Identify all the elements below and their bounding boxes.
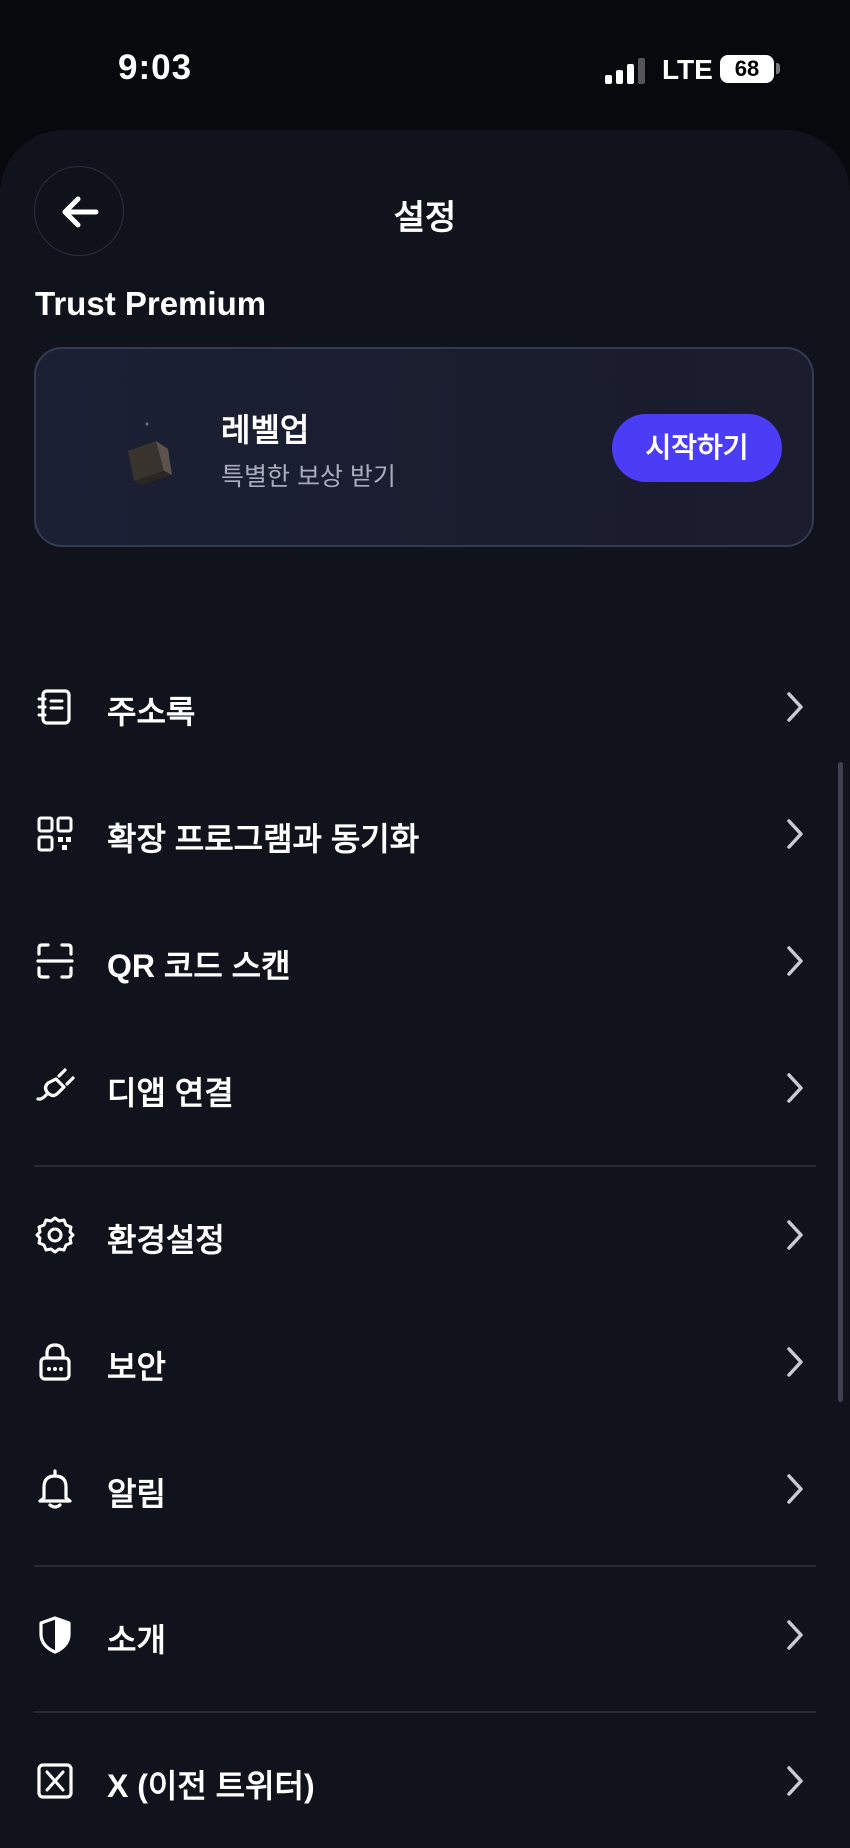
menu-item-label: 확장 프로그램과 동기화	[107, 821, 420, 857]
scrollbar[interactable]	[838, 762, 843, 1402]
menu-item-label: 디앱 연결	[107, 1075, 234, 1111]
chevron-right-icon	[787, 1073, 803, 1103]
address-book-icon	[37, 689, 71, 725]
menu-item-x-twitter[interactable]: X (이전 트위터)	[0, 1726, 850, 1836]
menu-divider	[34, 1165, 816, 1167]
bell-icon	[38, 1469, 72, 1509]
premium-card-title: 레벨업	[221, 412, 310, 448]
chevron-right-icon	[787, 692, 803, 722]
menu-item-label: 보안	[107, 1349, 166, 1385]
menu-item-security[interactable]: 보안	[0, 1307, 850, 1417]
menu-divider	[34, 1565, 816, 1567]
start-button[interactable]: 시작하기	[612, 414, 782, 482]
status-time: 9:03	[118, 48, 193, 87]
menu-item-label: 주소록	[107, 694, 196, 730]
menu-divider	[34, 1711, 816, 1713]
network-label: LTE	[662, 54, 713, 85]
menu-item-address-book[interactable]: 주소록	[0, 652, 850, 762]
chevron-right-icon	[787, 1347, 803, 1377]
settings-sheet: 설정 Trust Premium 레벨업 특별한 보상 받기 시작하기 주소록	[0, 130, 850, 1848]
signal-icon	[605, 58, 647, 84]
menu-item-about[interactable]: 소개	[0, 1580, 850, 1690]
battery-icon: 68	[720, 55, 774, 83]
chevron-right-icon	[787, 819, 803, 849]
lock-icon	[39, 1343, 71, 1381]
premium-section-title: Trust Premium	[35, 285, 267, 322]
menu-item-label: 알림	[107, 1476, 166, 1512]
battery-tip	[776, 63, 780, 74]
status-bar: 9:03 LTE 68	[0, 0, 850, 130]
shield-icon	[39, 1616, 71, 1654]
gear-icon	[35, 1216, 75, 1254]
x-logo-icon	[37, 1763, 73, 1799]
chevron-right-icon	[787, 1620, 803, 1650]
chevron-right-icon	[787, 1220, 803, 1250]
chevron-right-icon	[787, 1474, 803, 1504]
menu-item-label: 소개	[107, 1622, 166, 1658]
menu-item-dapp-connect[interactable]: 디앱 연결	[0, 1033, 850, 1143]
premium-card-subtitle: 특별한 보상 받기	[221, 463, 396, 491]
premium-card[interactable]: 레벨업 특별한 보상 받기 시작하기	[34, 347, 814, 547]
menu-item-qr-scan[interactable]: QR 코드 스캔	[0, 906, 850, 1016]
chevron-right-icon	[787, 1766, 803, 1796]
menu-item-label: X (이전 트위터)	[107, 1768, 315, 1804]
menu-item-preferences[interactable]: 환경설정	[0, 1180, 850, 1290]
menu-item-notifications[interactable]: 알림	[0, 1434, 850, 1544]
qr-grid-icon	[37, 816, 73, 852]
chevron-right-icon	[787, 946, 803, 976]
levelup-image	[128, 422, 172, 485]
scan-icon	[36, 943, 74, 979]
menu-item-label: 환경설정	[107, 1222, 225, 1258]
plug-icon	[36, 1068, 75, 1101]
menu-item-extension-sync[interactable]: 확장 프로그램과 동기화	[0, 779, 850, 889]
page-title: 설정	[393, 199, 457, 237]
menu-item-label: QR 코드 스캔	[107, 948, 291, 984]
battery-level: 68	[734, 56, 760, 81]
